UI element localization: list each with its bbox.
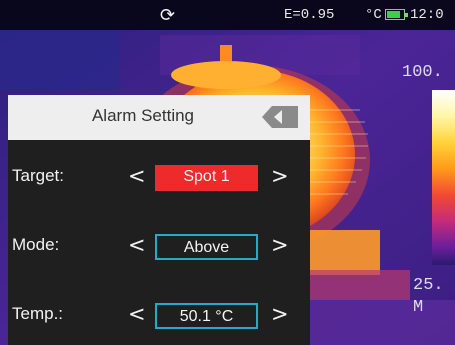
refresh-icon[interactable]: ⟳ (160, 5, 175, 26)
dialog-header: Alarm Setting (8, 95, 310, 140)
temp-row: Temp.: < 50.1 °C > (8, 295, 310, 335)
temp-label: Temp.: (12, 304, 64, 323)
scale-min-label: 25. (413, 276, 444, 295)
color-scale-bar (432, 90, 455, 265)
target-row: Target: < Spot 1 > (8, 157, 310, 197)
status-bar: ⟳ E=0.95 °C 12:0 (0, 0, 455, 30)
thermal-camera-screen: ⟳ E=0.95 °C 12:0 100. 25. M Alarm Settin… (0, 0, 455, 345)
battery-fill (387, 11, 400, 18)
back-icon[interactable] (260, 104, 300, 130)
mode-prev-arrow[interactable]: < (128, 233, 146, 257)
temp-next-arrow[interactable]: > (271, 302, 289, 326)
temp-value[interactable]: 50.1 °C (155, 303, 258, 329)
temp-prev-arrow[interactable]: < (128, 302, 146, 326)
mode-next-arrow[interactable]: > (271, 233, 289, 257)
alarm-setting-dialog: Alarm Setting Target: < Spot 1 > Mode: <… (8, 95, 310, 345)
target-value[interactable]: Spot 1 (155, 165, 258, 191)
battery-tip (405, 13, 408, 17)
target-prev-arrow[interactable]: < (128, 164, 146, 188)
scale-max-label: 100. (402, 63, 443, 82)
mode-value[interactable]: Above (155, 234, 258, 260)
scale-mode-label: M (413, 298, 424, 317)
clock: 12:0 (410, 7, 444, 23)
emissivity-readout: E=0.95 (284, 7, 335, 23)
target-next-arrow[interactable]: > (271, 164, 289, 188)
battery-icon (385, 9, 408, 20)
mode-label: Mode: (12, 235, 60, 254)
dialog-title: Alarm Setting (91, 106, 195, 125)
target-label: Target: (12, 166, 64, 185)
mode-row: Mode: < Above > (8, 226, 310, 266)
unit-label: °C (365, 7, 382, 23)
